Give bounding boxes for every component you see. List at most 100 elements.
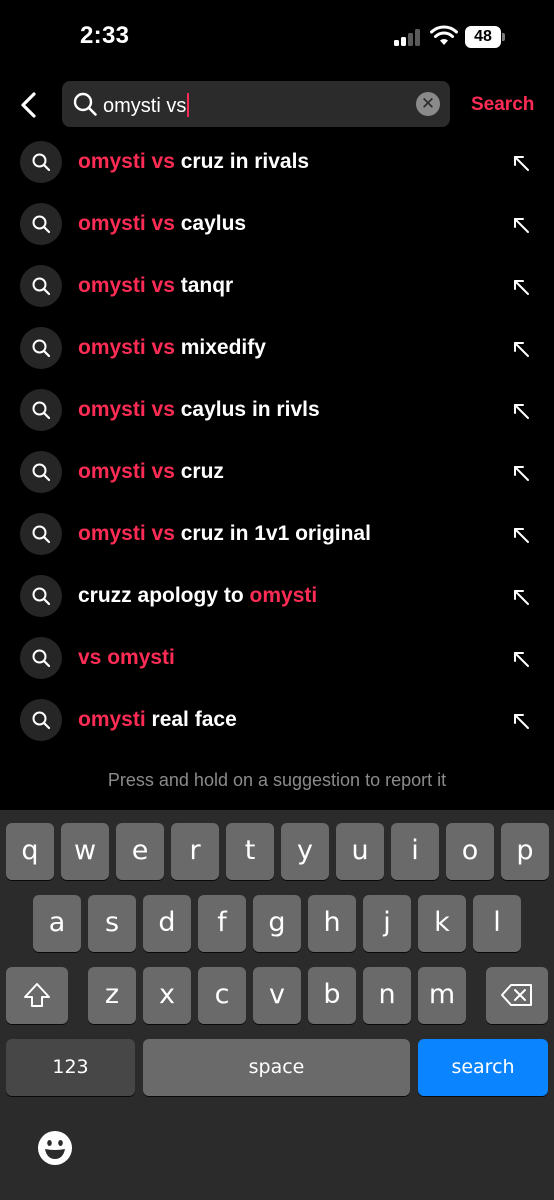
- key-p[interactable]: p: [501, 823, 549, 880]
- suggestion-text-highlight: omysti: [249, 584, 318, 607]
- key-o[interactable]: o: [446, 823, 494, 880]
- key-q[interactable]: q: [6, 823, 54, 880]
- shift-key[interactable]: [6, 967, 68, 1024]
- suggestion-item[interactable]: omysti vs cruz in 1v1 original: [0, 504, 554, 566]
- search-icon: [73, 92, 97, 116]
- fill-arrow-icon[interactable]: [510, 462, 532, 484]
- suggestion-item[interactable]: omysti vs tanqr: [0, 256, 554, 318]
- suggestion-text-highlight: omysti vs: [78, 336, 175, 359]
- fill-arrow-icon[interactable]: [510, 338, 532, 360]
- suggestion-item[interactable]: vs omysti: [0, 628, 554, 690]
- suggestion-search-icon: [20, 141, 62, 183]
- suggestion-text-plain: real face: [145, 708, 237, 731]
- fill-arrow-icon[interactable]: [510, 586, 532, 608]
- key-k[interactable]: k: [418, 895, 466, 952]
- suggestion-item[interactable]: omysti vs cruz: [0, 442, 554, 504]
- emoji-icon[interactable]: [37, 1130, 73, 1166]
- key-r[interactable]: r: [171, 823, 219, 880]
- key-w[interactable]: w: [61, 823, 109, 880]
- key-j[interactable]: j: [363, 895, 411, 952]
- suggestion-label: cruzz apology to omysti: [78, 584, 317, 608]
- suggestion-text-highlight: omysti vs: [78, 398, 175, 421]
- fill-arrow-icon[interactable]: [510, 214, 532, 236]
- search-input-value[interactable]: omysti vs: [103, 93, 190, 118]
- suggestion-search-icon: [20, 203, 62, 245]
- key-h[interactable]: h: [308, 895, 356, 952]
- suggestion-item[interactable]: omysti vs mixedify: [0, 318, 554, 380]
- key-u[interactable]: u: [336, 823, 384, 880]
- suggestion-label: omysti vs cruz in rivals: [78, 150, 309, 174]
- suggestion-label: omysti vs caylus in rivls: [78, 398, 320, 422]
- suggestion-label: vs omysti: [78, 646, 175, 670]
- suggestion-text-highlight: omysti vs: [78, 460, 175, 483]
- key-f[interactable]: f: [198, 895, 246, 952]
- key-n[interactable]: n: [363, 967, 411, 1024]
- suggestion-label: omysti vs mixedify: [78, 336, 266, 360]
- text-cursor: [187, 93, 190, 117]
- key-e[interactable]: e: [116, 823, 164, 880]
- report-hint: Press and hold on a suggestion to report…: [107, 770, 447, 790]
- suggestion-list: omysti vs cruz in rivals omysti vs caylus…: [0, 132, 554, 752]
- suggestion-text-plain: mixedify: [174, 336, 266, 359]
- suggestion-text-plain: cruz in rivals: [174, 150, 310, 173]
- suggestion-label: omysti vs cruz in 1v1 original: [78, 522, 371, 546]
- search-submit-button[interactable]: Search: [471, 94, 534, 116]
- suggestion-text-highlight: omysti vs: [78, 274, 175, 297]
- suggestion-item[interactable]: omysti real face: [0, 690, 554, 752]
- suggestion-label: omysti real face: [78, 708, 237, 732]
- delete-icon: [501, 984, 532, 1006]
- suggestion-item[interactable]: omysti vs caylus: [0, 194, 554, 256]
- suggestion-label: omysti vs caylus: [78, 212, 246, 236]
- suggestion-text-plain: cruzz apology to: [78, 584, 250, 607]
- key-g[interactable]: g: [253, 895, 301, 952]
- fill-arrow-icon[interactable]: [510, 400, 532, 422]
- key-a[interactable]: a: [33, 895, 81, 952]
- key-i[interactable]: i: [391, 823, 439, 880]
- space-key[interactable]: space: [143, 1039, 410, 1096]
- key-t[interactable]: t: [226, 823, 274, 880]
- suggestion-text-plain: cruz: [174, 460, 224, 483]
- suggestion-search-icon: [20, 389, 62, 431]
- battery-level: 48: [465, 26, 501, 48]
- fill-arrow-icon[interactable]: [510, 276, 532, 298]
- back-chevron-icon[interactable]: [14, 88, 44, 122]
- fill-arrow-icon[interactable]: [510, 524, 532, 546]
- suggestion-search-icon: [20, 637, 62, 679]
- signal-icon: [394, 28, 422, 46]
- suggestion-text-highlight: vs omysti: [78, 646, 175, 669]
- battery-tip: [502, 33, 505, 41]
- key-s[interactable]: s: [88, 895, 136, 952]
- suggestion-search-icon: [20, 451, 62, 493]
- key-v[interactable]: v: [253, 967, 301, 1024]
- key-z[interactable]: z: [88, 967, 136, 1024]
- suggestion-text-plain: caylus: [174, 212, 247, 235]
- key-y[interactable]: y: [281, 823, 329, 880]
- wifi-icon: [430, 25, 458, 45]
- suggestion-text-highlight: omysti: [78, 708, 146, 731]
- suggestion-item[interactable]: omysti vs cruz in rivals: [0, 132, 554, 194]
- numbers-key[interactable]: 123: [6, 1039, 135, 1096]
- suggestion-search-icon: [20, 265, 62, 307]
- shift-icon: [24, 983, 50, 1007]
- search-input[interactable]: omysti vs ✕: [62, 81, 450, 127]
- key-m[interactable]: m: [418, 967, 466, 1024]
- fill-arrow-icon[interactable]: [510, 648, 532, 670]
- suggestion-label: omysti vs cruz: [78, 460, 224, 484]
- fill-arrow-icon[interactable]: [510, 152, 532, 174]
- delete-key[interactable]: [486, 967, 548, 1024]
- key-l[interactable]: l: [473, 895, 521, 952]
- clear-icon[interactable]: ✕: [416, 92, 440, 116]
- key-x[interactable]: x: [143, 967, 191, 1024]
- key-c[interactable]: c: [198, 967, 246, 1024]
- search-header: omysti vs ✕ Search: [0, 76, 554, 134]
- suggestion-item[interactable]: cruzz apology to omysti: [0, 566, 554, 628]
- suggestion-item[interactable]: omysti vs caylus in rivls: [0, 380, 554, 442]
- suggestion-text-plain: caylus in rivls: [174, 398, 320, 421]
- suggestion-search-icon: [20, 699, 62, 741]
- key-d[interactable]: d: [143, 895, 191, 952]
- status-time: 2:33: [80, 22, 130, 49]
- search-return-key[interactable]: search: [418, 1039, 548, 1096]
- suggestion-text-plain: cruz in 1v1 original: [174, 522, 371, 545]
- fill-arrow-icon[interactable]: [510, 710, 532, 732]
- key-b[interactable]: b: [308, 967, 356, 1024]
